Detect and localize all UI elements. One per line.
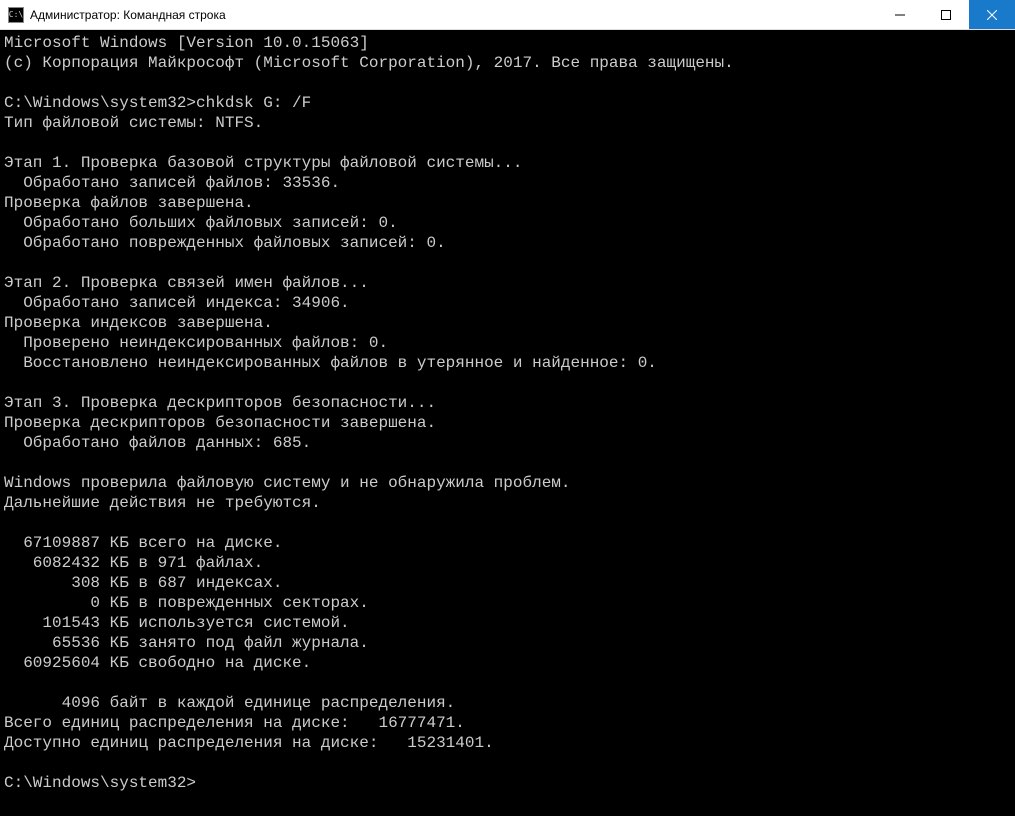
close-icon (987, 10, 997, 20)
terminal-line (4, 373, 1015, 393)
terminal-line: C:\Windows\system32>chkdsk G: /F (4, 93, 1015, 113)
terminal-line: Проверено неиндексированных файлов: 0. (4, 333, 1015, 353)
terminal-line: Обработано записей файлов: 33536. (4, 173, 1015, 193)
terminal-line (4, 673, 1015, 693)
terminal-line: Проверка файлов завершена. (4, 193, 1015, 213)
terminal-line: Обработано больших файловых записей: 0. (4, 213, 1015, 233)
titlebar[interactable]: C:\ Администратор: Командная строка (0, 0, 1015, 30)
window-title: Администратор: Командная строка (30, 8, 877, 22)
terminal-line (4, 753, 1015, 773)
terminal-line: Обработано поврежденных файловых записей… (4, 233, 1015, 253)
terminal-line: Этап 2. Проверка связей имен файлов... (4, 273, 1015, 293)
close-button[interactable] (969, 0, 1015, 29)
terminal-line: 4096 байт в каждой единице распределения… (4, 693, 1015, 713)
maximize-button[interactable] (923, 0, 969, 29)
terminal-line (4, 453, 1015, 473)
command-prompt-window: C:\ Администратор: Командная строка Micr… (0, 0, 1015, 816)
terminal-line: Windows проверила файловую систему и не … (4, 473, 1015, 493)
terminal-line: Доступно единиц распределения на диске: … (4, 733, 1015, 753)
terminal-line: C:\Windows\system32> (4, 773, 1015, 793)
terminal-line: Обработано файлов данных: 685. (4, 433, 1015, 453)
terminal-line: Этап 3. Проверка дескрипторов безопаснос… (4, 393, 1015, 413)
terminal-line (4, 253, 1015, 273)
terminal-line: Восстановлено неиндексированных файлов в… (4, 353, 1015, 373)
terminal-output[interactable]: Microsoft Windows [Version 10.0.15063](c… (0, 30, 1015, 816)
terminal-line: Дальнейшие действия не требуются. (4, 493, 1015, 513)
terminal-line: 67109887 КБ всего на диске. (4, 533, 1015, 553)
terminal-line (4, 73, 1015, 93)
terminal-line: Тип файловой системы: NTFS. (4, 113, 1015, 133)
minimize-button[interactable] (877, 0, 923, 29)
terminal-line: Обработано записей индекса: 34906. (4, 293, 1015, 313)
minimize-icon (895, 10, 905, 20)
terminal-line: 0 КБ в поврежденных секторах. (4, 593, 1015, 613)
terminal-line: Проверка индексов завершена. (4, 313, 1015, 333)
terminal-line: 60925604 КБ свободно на диске. (4, 653, 1015, 673)
window-controls (877, 0, 1015, 29)
terminal-line: 6082432 КБ в 971 файлах. (4, 553, 1015, 573)
terminal-line: 65536 КБ занято под файл журнала. (4, 633, 1015, 653)
terminal-line: 308 КБ в 687 индексах. (4, 573, 1015, 593)
terminal-line (4, 513, 1015, 533)
cmd-icon: C:\ (8, 7, 24, 23)
terminal-line: 101543 КБ используется системой. (4, 613, 1015, 633)
maximize-icon (941, 10, 951, 20)
terminal-line: Microsoft Windows [Version 10.0.15063] (4, 33, 1015, 53)
terminal-line: Проверка дескрипторов безопасности завер… (4, 413, 1015, 433)
terminal-line: (c) Корпорация Майкрософт (Microsoft Cor… (4, 53, 1015, 73)
terminal-line: Этап 1. Проверка базовой структуры файло… (4, 153, 1015, 173)
terminal-line: Всего единиц распределения на диске: 167… (4, 713, 1015, 733)
terminal-line (4, 133, 1015, 153)
